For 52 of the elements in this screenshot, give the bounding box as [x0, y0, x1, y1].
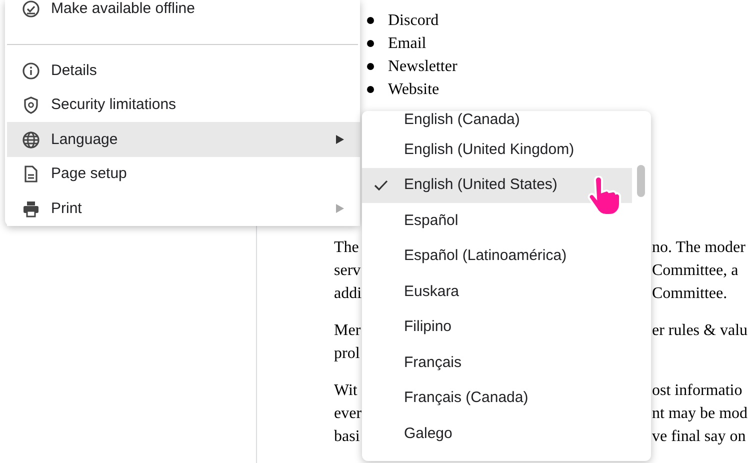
language-label: Français (Canada) — [404, 389, 528, 408]
list-item-text: Discord — [388, 10, 439, 30]
menu-item-label: Language — [51, 130, 119, 149]
paragraph-text: serv — [334, 262, 361, 278]
language-label: English (United States) — [404, 176, 558, 194]
language-label: Français — [404, 354, 462, 372]
language-label: Español (Latinoamérica) — [404, 247, 567, 266]
bullet-icon — [367, 17, 374, 24]
menu-item-label: Details — [51, 62, 98, 80]
language-label: Español — [404, 212, 458, 230]
menu-item-label: Page setup — [51, 165, 128, 184]
paragraph-text: The — [334, 238, 359, 256]
menu-item[interactable]: Security limitations — [7, 88, 360, 122]
language-option[interactable]: English (United States) — [362, 168, 632, 203]
paragraph-text: addi — [334, 284, 362, 302]
language-label: English (United Kingdom) — [404, 140, 574, 159]
paragraph-text: prol — [334, 344, 360, 362]
paragraph-text: nt may be mod — [652, 404, 748, 424]
paragraph-text: basi — [334, 428, 360, 444]
language-label: Filipino — [404, 318, 452, 336]
menu-item[interactable]: Language — [7, 122, 360, 157]
paragraph-text: Committee. — [652, 284, 728, 304]
menu-item-label: Make available offline — [51, 0, 196, 18]
offline-check-icon — [22, 0, 40, 18]
paragraph-text: no. The moder — [652, 238, 746, 258]
printer-icon — [22, 200, 40, 218]
paragraph-text: ost informatio — [652, 380, 742, 400]
menu-item-label: Print — [51, 200, 83, 218]
paragraph-text: Committee, a — [652, 260, 738, 280]
bullet-icon — [367, 40, 374, 47]
globe-icon — [22, 130, 40, 149]
menu-item[interactable]: Make available offline — [7, 0, 360, 34]
shield-icon — [22, 96, 40, 114]
list-item-text: Website — [388, 80, 440, 100]
list-item-text: Newsletter — [388, 56, 458, 76]
paragraph-text: er rules & valu — [652, 320, 748, 340]
language-label: English (Canada) — [404, 111, 520, 129]
menu-item[interactable]: Print — [7, 191, 360, 226]
paragraph-text: Wit — [334, 382, 358, 398]
scrollbar-thumb[interactable] — [637, 165, 645, 197]
bullet-icon — [367, 86, 374, 93]
paragraph-text: Mer — [334, 322, 361, 338]
language-label: Galego — [404, 424, 452, 443]
list-item-text: Email — [388, 34, 426, 54]
document-icon — [22, 165, 40, 184]
menu-item-label: Security limitations — [51, 96, 178, 114]
language-label: Euskara — [404, 282, 460, 301]
bullet-icon — [367, 63, 374, 70]
info-icon — [22, 62, 40, 80]
paragraph-text: ever — [334, 404, 362, 422]
paragraph-text: ve final say on — [652, 426, 746, 446]
language-option[interactable]: English (Canada) — [362, 111, 632, 132]
